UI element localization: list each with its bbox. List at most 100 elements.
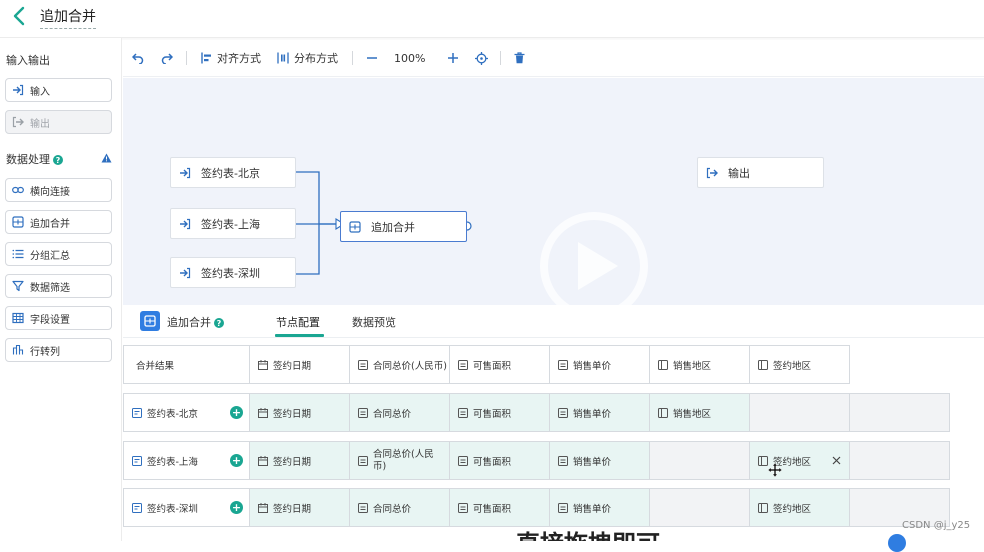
input-button[interactable]: 输入 [5,78,112,102]
field-cell[interactable]: 签约地区 [749,441,850,480]
date-icon [258,407,268,418]
source-node-label: 签约表-上海 [201,217,260,231]
result-field-cell[interactable]: 销售地区 [649,345,750,384]
output-node-label: 输出 [728,166,750,180]
add-field-button[interactable]: + [230,501,243,514]
field-cell[interactable]: 可售面积 [449,488,550,527]
field-cell[interactable]: 销售单价 [549,393,650,432]
close-icon[interactable] [832,456,841,465]
empty-field-cell[interactable] [749,393,850,432]
help-icon[interactable]: ? [214,318,224,328]
number-field-icon [558,502,568,513]
field-label: 销售单价 [573,408,612,420]
field-cell[interactable]: 销售单价 [549,488,650,527]
source-name: 签约表-北京 [147,408,198,420]
field-cell[interactable]: 签约日期 [249,488,350,527]
page-title[interactable]: 追加合并 [40,6,96,29]
tab-data-preview[interactable]: 数据预览 [352,314,396,330]
back-arrow-icon[interactable] [10,5,30,27]
help-icon[interactable]: ? [53,155,63,165]
field-cell[interactable]: 合同总价 [349,393,450,432]
date-icon [258,455,268,466]
table-source-icon [132,407,142,418]
align-menu-label: 对齐方式 [217,52,261,65]
append-merge-button[interactable]: 追加合并 [5,210,112,234]
floating-action-icon[interactable] [888,534,906,552]
distribute-menu[interactable]: 分布方式 [277,50,338,66]
source-row-beijing: 签约表-北京 + 签约日期 合同总价 可售面积 销售单价 销售地区 [123,393,950,432]
field-cell[interactable]: 签约日期 [249,393,350,432]
data-filter-button[interactable]: 数据筛选 [5,274,112,298]
empty-field-cell[interactable] [649,488,750,527]
add-field-button[interactable]: + [230,454,243,467]
output-button[interactable]: 输出 [5,110,112,134]
field-cell[interactable]: 销售地区 [649,393,750,432]
source-node-shanghai[interactable]: 签约表-上海 [170,208,296,239]
source-node-shenzhen[interactable]: 签约表-深圳 [170,257,296,288]
output-button-label: 输出 [30,118,50,130]
undo-icon[interactable] [132,52,144,64]
empty-field-cell[interactable] [849,441,950,480]
number-field-icon [558,455,568,466]
result-field-cell[interactable]: 销售单价 [549,345,650,384]
text-field-icon [758,502,768,513]
field-cell[interactable]: 合同总价(人民币) [349,441,450,480]
panel-title: 追加合并? [167,314,224,330]
number-field-icon [558,359,568,370]
field-settings-button-label: 字段设置 [30,314,70,326]
field-cell[interactable]: 签约地区 [749,488,850,527]
result-field-cell[interactable]: 签约日期 [249,345,350,384]
source-name-cell: 签约表-深圳 + [123,488,250,527]
zoom-in-icon[interactable] [447,52,459,64]
pivot-icon [12,344,24,355]
result-field-cell[interactable]: 可售面积 [449,345,550,384]
locate-icon[interactable] [475,51,489,65]
field-cell[interactable]: 签约日期 [249,441,350,480]
redo-icon[interactable] [161,52,173,64]
field-cell[interactable]: 可售面积 [449,441,550,480]
source-name-cell: 签约表-上海 + [123,441,250,480]
field-settings-button[interactable]: 字段设置 [5,306,112,330]
merge-node[interactable]: 追加合并 [340,211,467,242]
canvas-toolbar: 对齐方式 分布方式 100% [123,40,984,77]
source-node-beijing[interactable]: 签约表-北京 [170,157,296,188]
append-icon [349,220,361,233]
result-field-cell[interactable]: 合同总价(人民币) [349,345,450,384]
empty-field-cell[interactable] [649,441,750,480]
date-icon [258,502,268,513]
field-label: 合同总价(人民币) [373,448,434,472]
field-cell[interactable]: 合同总价 [349,488,450,527]
field-label: 签约地区 [773,503,812,515]
output-node[interactable]: 输出 [697,157,824,188]
toolbar-divider [500,51,502,65]
field-cell[interactable]: 销售单价 [549,441,650,480]
field-label: 销售单价 [573,503,612,515]
result-field-cell[interactable]: 签约地区 [749,345,850,384]
number-field-icon [358,407,368,418]
source-row-shanghai: 签约表-上海 + 签约日期 合同总价(人民币) 可售面积 销售单价 签约地区 [123,441,950,480]
watermark: CSDN @j_y25 [902,520,971,531]
align-menu[interactable]: 对齐方式 [201,50,261,66]
add-field-button[interactable]: + [230,406,243,419]
append-icon [12,216,24,228]
trash-icon[interactable] [514,52,525,64]
field-cell[interactable]: 可售面积 [449,393,550,432]
input-icon [180,167,191,178]
tab-node-config[interactable]: 节点配置 [276,314,320,330]
zoom-out-icon[interactable] [366,52,378,64]
source-name: 签约表-深圳 [147,503,198,515]
warning-icon[interactable] [101,153,112,163]
merge-node-label: 追加合并 [371,220,415,234]
panel-title-label: 追加合并 [167,316,211,329]
join-button[interactable]: 横向连接 [5,178,112,202]
row-to-column-button-label: 行转列 [30,346,60,358]
empty-field-cell[interactable] [849,393,950,432]
top-bar: 追加合并 [0,0,984,38]
text-field-icon [658,359,668,370]
play-icon[interactable] [578,242,618,290]
group-summary-button[interactable]: 分组汇总 [5,242,112,266]
number-field-icon [458,359,468,370]
row-to-column-button[interactable]: 行转列 [5,338,112,362]
active-tab-indicator [275,334,324,337]
table-icon [12,312,24,324]
